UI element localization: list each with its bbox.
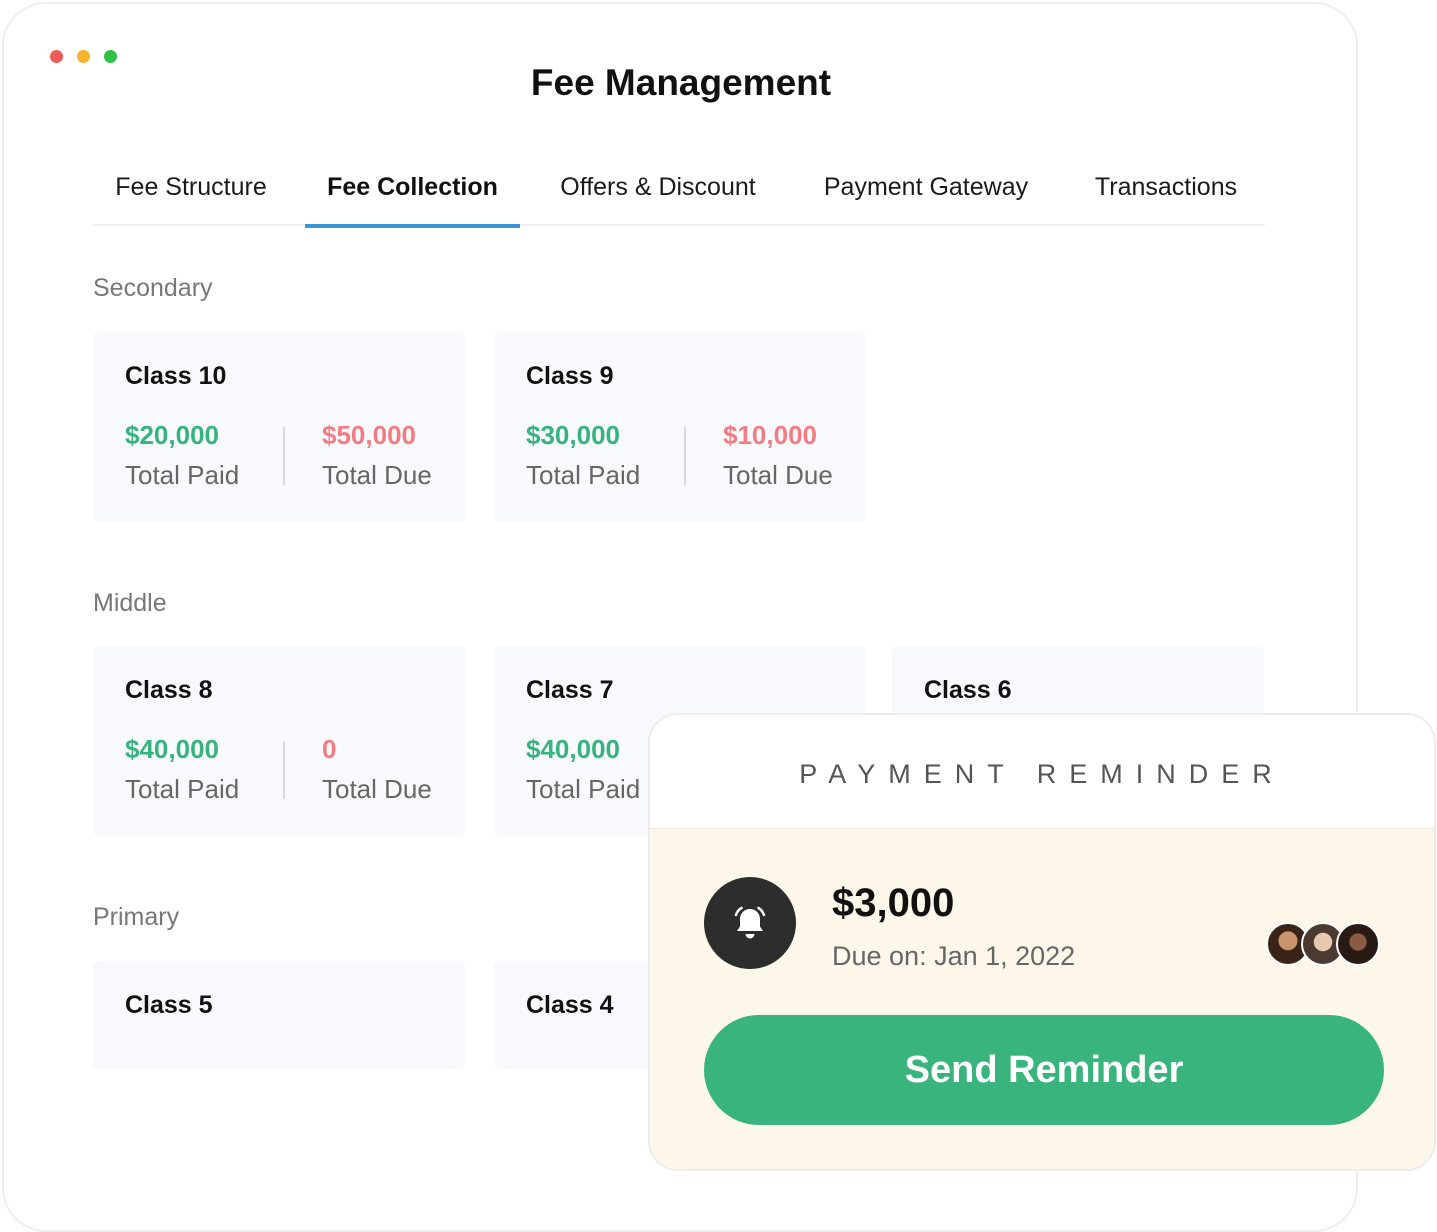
total-due-label: Total Due [322,774,432,804]
total-due-amount: $50,000 [322,420,416,450]
reminder-due-date: Due on: Jan 1, 2022 [832,941,1076,971]
reminder-title: PAYMENT REMINDER [650,715,1434,828]
total-paid-amount: $40,000 [125,734,219,764]
class-card-8[interactable]: Class 8 $40,000 Total Paid 0 Total Due [93,646,465,836]
class-name: Class 8 [125,676,213,704]
total-due-label: Total Due [322,460,432,490]
section-label-primary: Primary [93,903,180,931]
class-card-10[interactable]: Class 10 $20,000 Total Paid $50,000 Tota… [93,332,465,522]
avatar [1336,922,1380,966]
total-due-label: Total Due [723,460,833,490]
class-card-5[interactable]: Class 5 [93,961,465,1069]
recipient-avatars [1266,922,1381,968]
tab-fee-structure[interactable]: Fee Structure [93,158,289,226]
total-paid-label: Total Paid [125,460,240,490]
tab-payment-gateway[interactable]: Payment Gateway [819,158,1033,226]
total-due-amount: 0 [322,734,337,764]
divider [283,427,285,485]
reminder-body: $3,000 Due on: Jan 1, 2022 Send Reminder [650,828,1434,1169]
total-paid-label: Total Paid [526,460,641,490]
tab-transactions[interactable]: Transactions [1089,158,1243,226]
class-name: Class 5 [125,991,213,1019]
send-reminder-button[interactable]: Send Reminder [704,1015,1384,1125]
reminder-amount: $3,000 [832,881,955,925]
bell-icon [704,877,796,969]
tab-bar: Fee Structure Fee Collection Offers & Di… [93,158,1265,228]
total-paid-amount: $20,000 [125,420,219,450]
total-paid-label: Total Paid [125,774,240,804]
total-paid-amount: $30,000 [526,420,620,450]
class-name: Class 7 [526,676,614,704]
total-due-amount: $10,000 [723,420,817,450]
divider [283,741,285,799]
section-label-secondary: Secondary [93,274,213,302]
payment-reminder-card: PAYMENT REMINDER $3,000 Due on: Jan 1, 2… [648,713,1436,1171]
section-label-middle: Middle [93,589,167,617]
divider [684,427,686,485]
class-name: Class 10 [125,362,227,390]
tab-offers-discount[interactable]: Offers & Discount [553,158,763,226]
class-card-9[interactable]: Class 9 $30,000 Total Paid $10,000 Total… [494,332,866,522]
total-paid-amount: $40,000 [526,734,620,764]
tab-fee-collection[interactable]: Fee Collection [305,158,520,228]
class-name: Class 4 [526,991,614,1019]
class-name: Class 6 [924,676,1012,704]
class-name: Class 9 [526,362,614,390]
page-title: Fee Management [530,62,832,103]
total-paid-label: Total Paid [526,774,641,804]
